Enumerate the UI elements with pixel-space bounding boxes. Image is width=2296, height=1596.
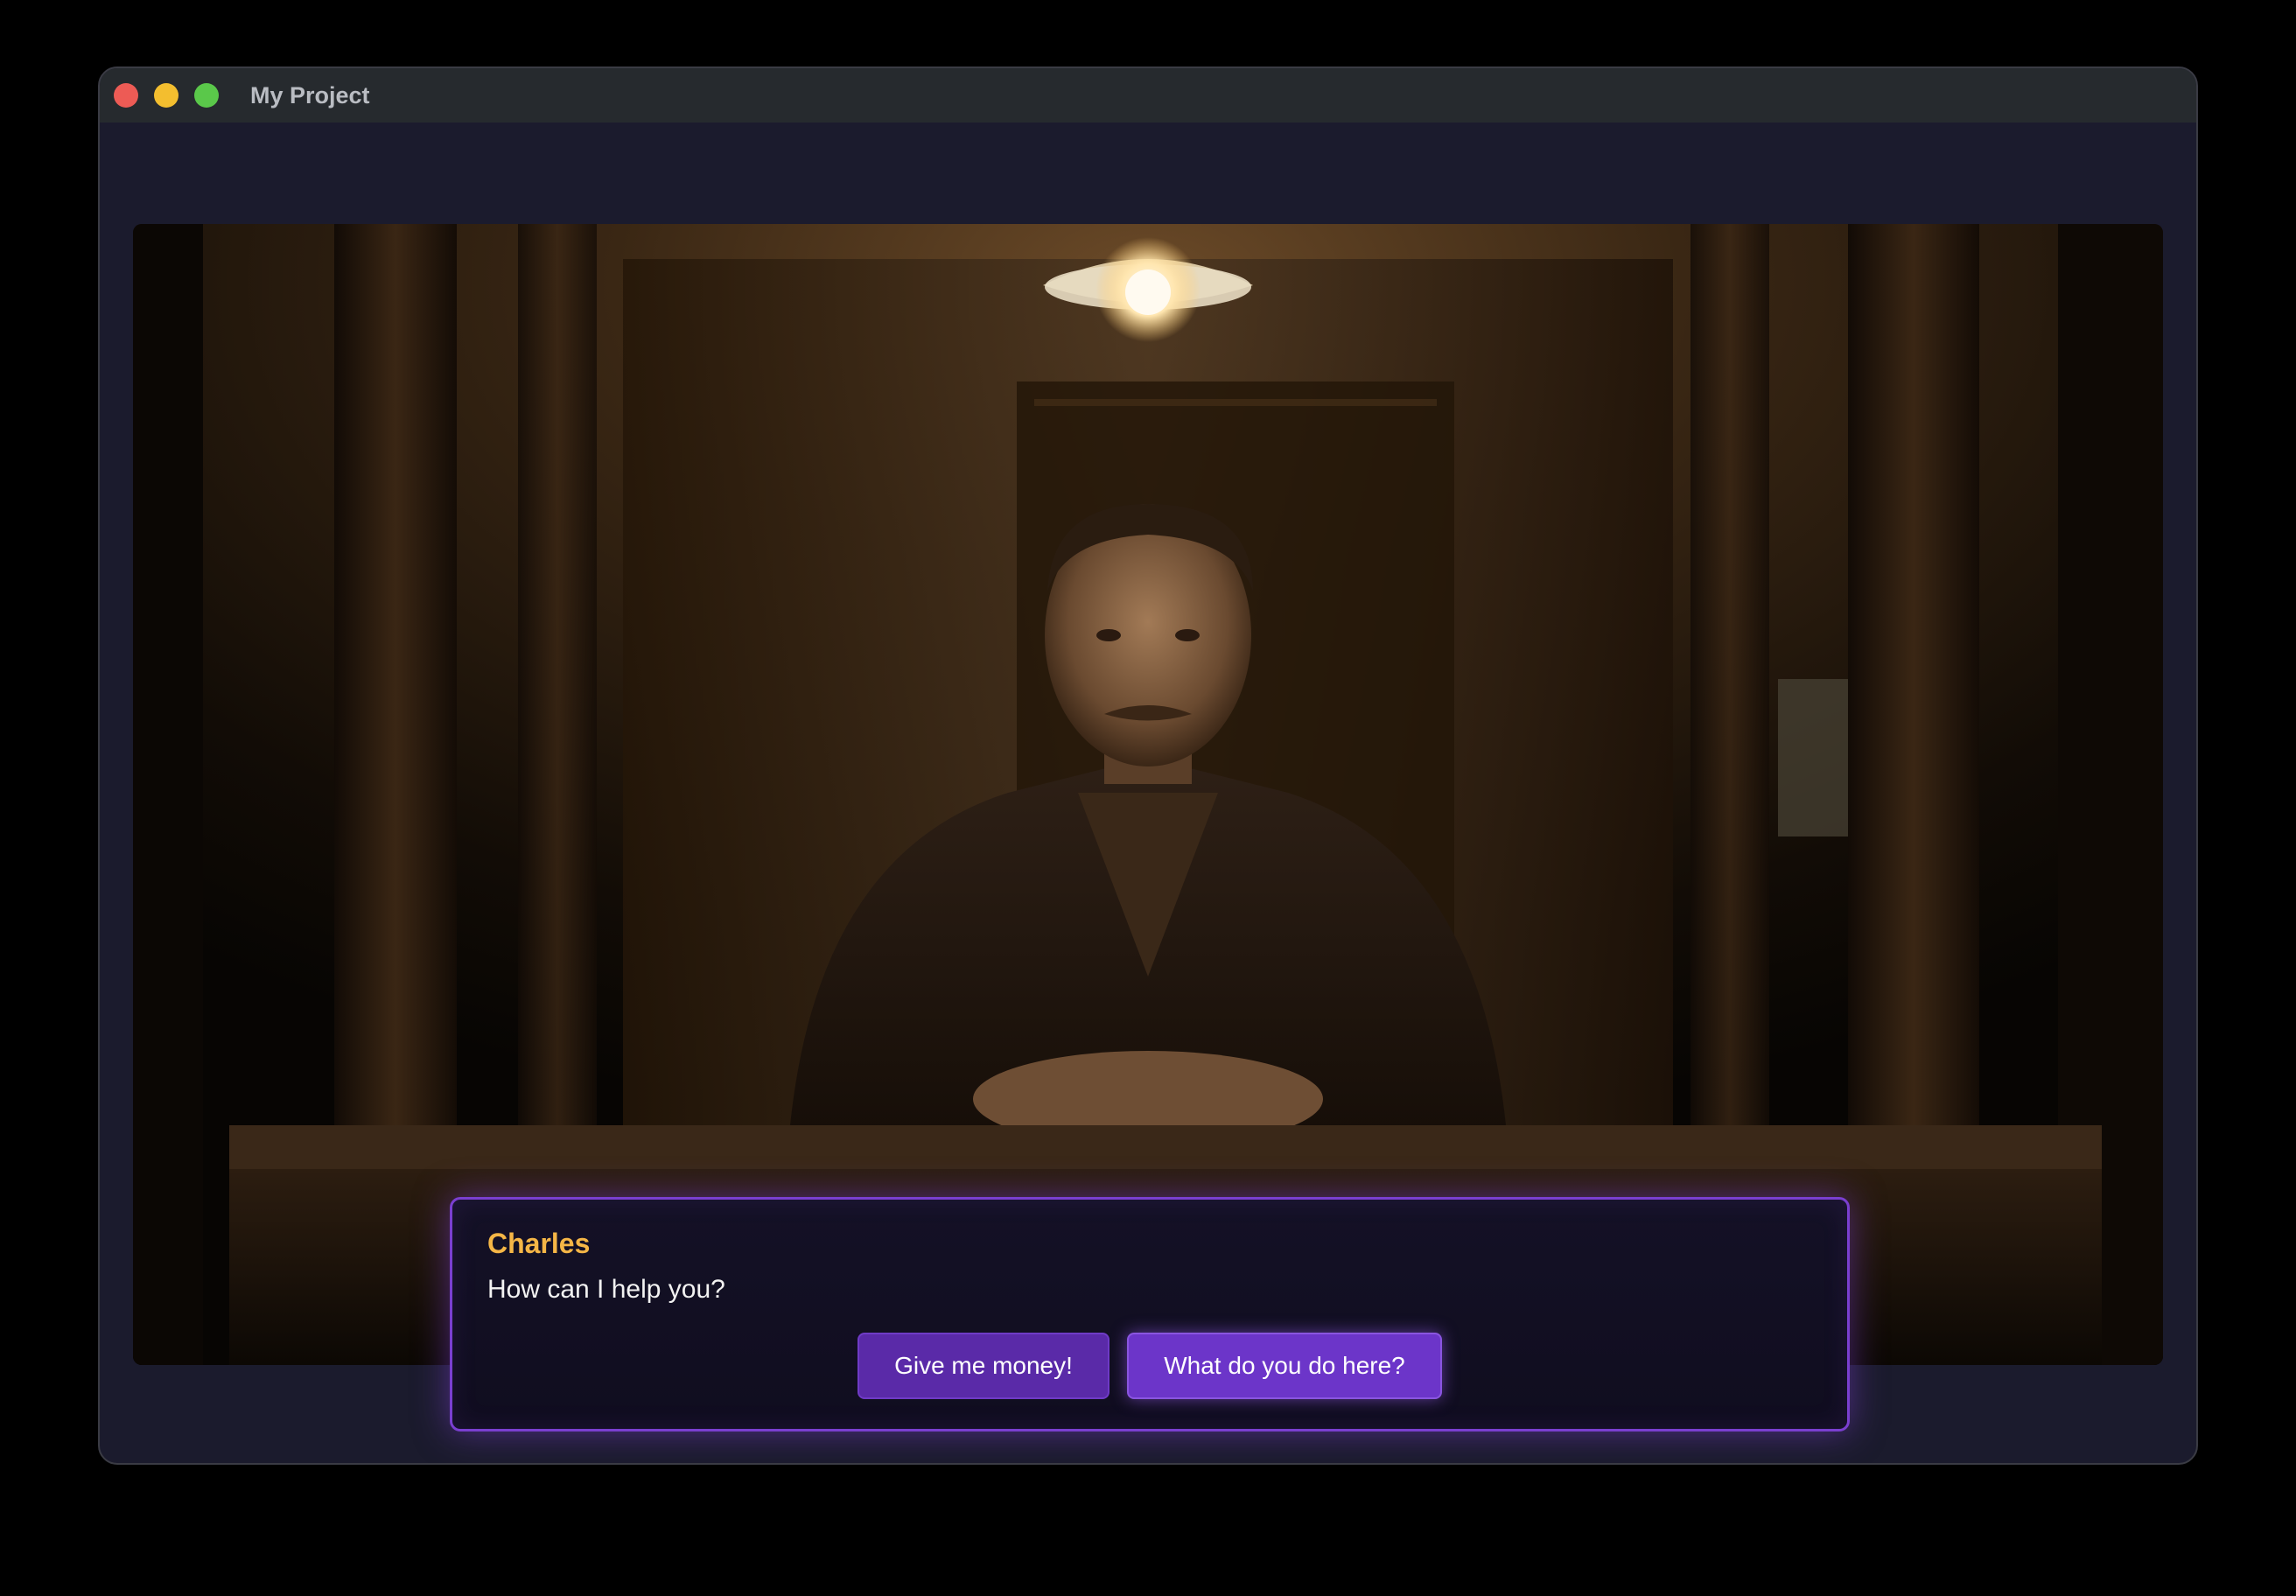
dialog-box: Charles How can I help you? Give me mone… (450, 1197, 1850, 1432)
game-viewport[interactable] (133, 224, 2163, 1365)
speaker-name: Charles (487, 1228, 591, 1259)
window-title: My Project (250, 81, 370, 108)
app-window: My Project Charles How can I help you? G… (98, 66, 2198, 1465)
maximize-window-button[interactable] (194, 83, 219, 108)
dialog-text: How can I help you? (487, 1275, 725, 1304)
choice-button-what-do-you-do[interactable]: What do you do here? (1127, 1333, 1442, 1399)
minimize-window-button[interactable] (154, 83, 178, 108)
title-bar: My Project (100, 68, 2196, 122)
choice-button-give-money[interactable]: Give me money! (858, 1333, 1110, 1399)
choice-list: Give me money! What do you do here? (452, 1333, 1847, 1399)
close-window-button[interactable] (114, 83, 138, 108)
window-controls (114, 83, 219, 108)
scene-image (133, 224, 2163, 1365)
